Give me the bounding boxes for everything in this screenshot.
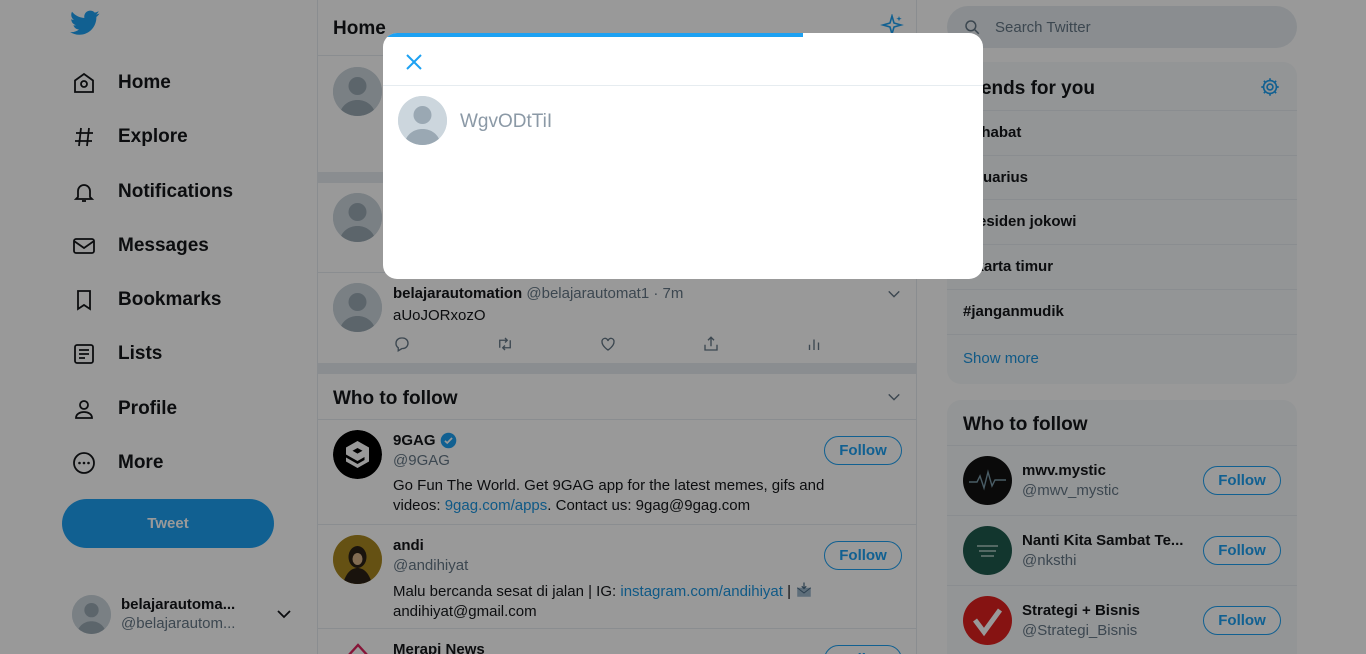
avatar: [398, 96, 447, 145]
compose-tweet-modal: WgvODtTiI: [383, 33, 983, 279]
modal-header: [383, 33, 983, 86]
progress-bar: [383, 33, 803, 37]
close-icon[interactable]: [401, 49, 427, 75]
tweet-compose-input[interactable]: WgvODtTiI: [460, 111, 552, 133]
